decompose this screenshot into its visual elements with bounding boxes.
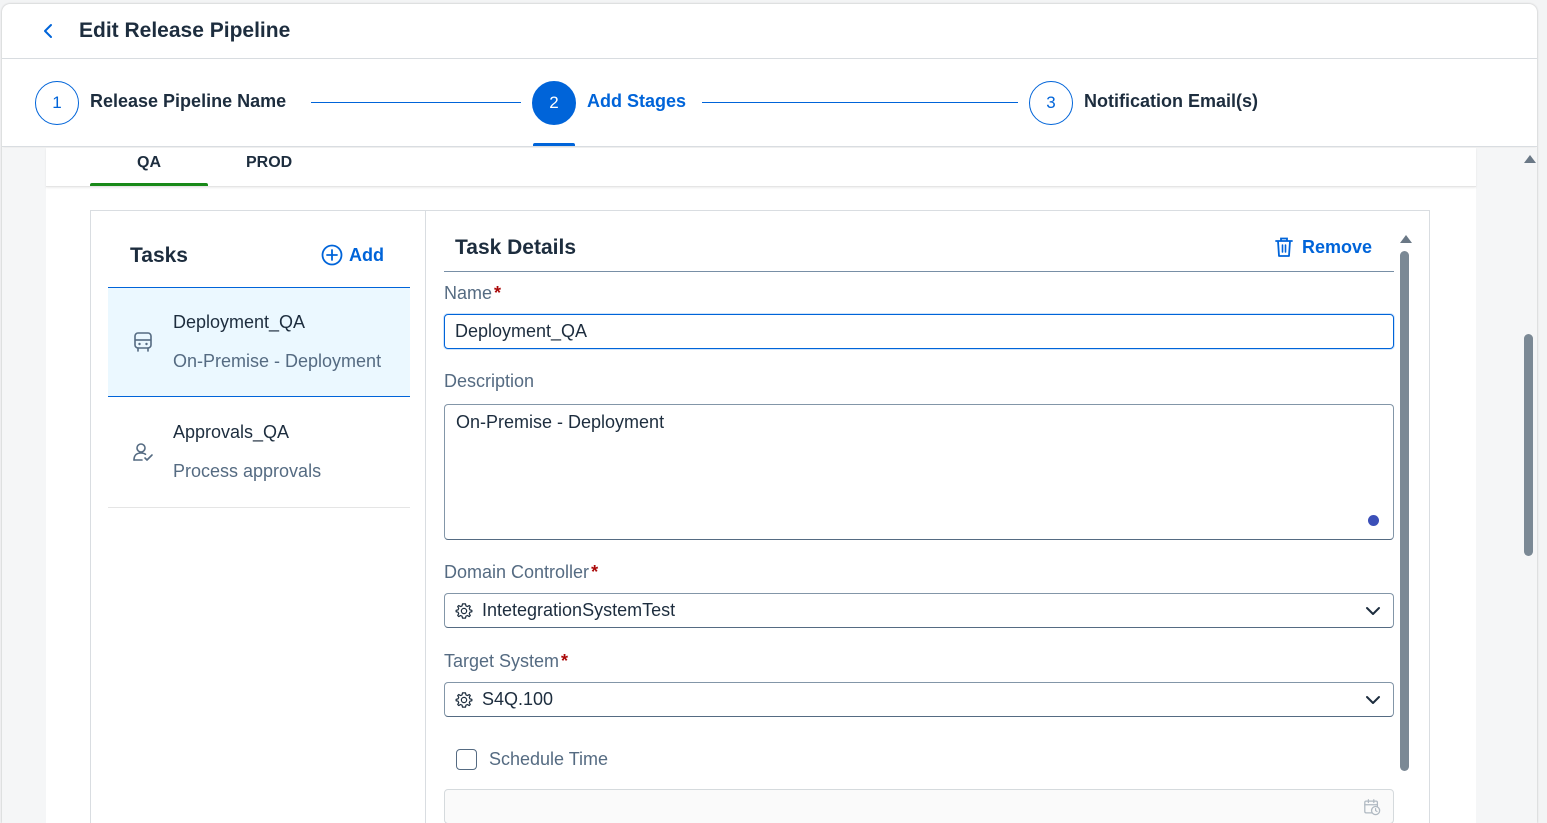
scroll-up-arrow-icon[interactable] <box>1400 235 1412 243</box>
description-value: On-Premise - Deployment <box>456 412 665 432</box>
required-marker: * <box>561 651 569 671</box>
wizard-step-3-number[interactable]: 3 <box>1029 81 1073 125</box>
main-content: QA PROD Tasks Add Deployment_QA On-Premi… <box>2 148 1537 823</box>
name-label: Name * <box>444 283 502 303</box>
page-header: Edit Release Pipeline <box>2 4 1537 59</box>
chevron-left-icon <box>44 24 52 38</box>
wizard-step-3-label[interactable]: Notification Email(s) <box>1084 91 1258 112</box>
trash-icon <box>1275 237 1293 257</box>
remove-task-label: Remove <box>1301 236 1372 257</box>
chevron-down-icon <box>1366 696 1380 704</box>
tasks-list-panel: Tasks Add Deployment_QA On-Premise - Dep… <box>91 211 426 823</box>
resize-handle[interactable] <box>1368 515 1379 526</box>
domain-controller-label: Domain Controller * <box>444 562 599 582</box>
add-circle-icon <box>321 244 343 266</box>
remove-task-button[interactable]: Remove <box>1274 236 1372 258</box>
task-item-deployment[interactable]: Deployment_QA On-Premise - Deployment <box>108 287 410 397</box>
wizard-step-1-label[interactable]: Release Pipeline Name <box>90 91 286 112</box>
stages-panel: QA PROD Tasks Add Deployment_QA On-Premi… <box>46 148 1476 823</box>
user-check-icon <box>133 443 153 461</box>
tasks-heading: Tasks <box>130 244 188 267</box>
wizard-step-1-number[interactable]: 1 <box>35 81 79 125</box>
wizard-progress: 1 Release Pipeline Name 2 Add Stages 3 N… <box>2 59 1537 147</box>
schedule-time-checkbox[interactable] <box>456 749 477 770</box>
gear-icon <box>455 691 473 708</box>
schedule-time-checkbox-row[interactable]: Schedule Time <box>456 749 608 770</box>
scroll-up-arrow-icon[interactable] <box>1524 155 1536 163</box>
task-editor: Tasks Add Deployment_QA On-Premise - Dep… <box>90 210 1430 823</box>
target-system-select[interactable]: S4Q.100 <box>444 682 1394 717</box>
back-button[interactable] <box>38 20 58 42</box>
add-task-button[interactable]: Add <box>321 244 384 266</box>
wizard-step-2-label[interactable]: Add Stages <box>587 91 686 112</box>
task-subtitle: On-Premise - Deployment <box>173 351 382 371</box>
target-system-label: Target System * <box>444 651 569 671</box>
tab-qa[interactable]: QA <box>137 154 161 172</box>
calendar-clock-icon <box>1364 799 1381 816</box>
details-scrollbar[interactable] <box>1398 233 1412 778</box>
task-details-panel: Task Details Remove Name * Deployment_QA … <box>426 211 1430 823</box>
wizard-connector <box>702 102 1018 103</box>
chevron-down-icon <box>1366 607 1380 615</box>
required-marker: * <box>591 562 599 582</box>
app-window: Edit Release Pipeline 1 Release Pipeline… <box>2 4 1537 823</box>
scrollbar-thumb[interactable] <box>1400 251 1409 771</box>
task-title: Deployment_QA <box>173 312 306 332</box>
task-subtitle: Process approvals <box>173 461 322 481</box>
page-title: Edit Release Pipeline <box>79 19 291 42</box>
add-task-label: Add <box>349 244 384 265</box>
gear-icon <box>455 602 473 619</box>
scrollbar-thumb[interactable] <box>1524 334 1533 556</box>
page-scrollbar[interactable] <box>1521 152 1537 823</box>
schedule-time-label: Schedule Time <box>489 749 609 769</box>
wizard-step-2-number[interactable]: 2 <box>532 81 576 125</box>
tab-prod[interactable]: PROD <box>246 154 292 172</box>
wizard-connector <box>311 102 521 103</box>
domain-controller-value: IntetegrationSystemTest <box>482 600 676 620</box>
stage-tabbar: QA PROD <box>46 148 1476 187</box>
name-input[interactable]: Deployment_QA <box>444 314 1394 349</box>
active-step-indicator <box>533 143 575 146</box>
bus-icon <box>134 332 152 352</box>
task-details-header: Task Details Remove <box>444 211 1394 272</box>
task-title: Approvals_QA <box>173 422 290 442</box>
target-system-value: S4Q.100 <box>482 689 554 709</box>
task-item-approvals[interactable]: Approvals_QA Process approvals <box>108 398 410 508</box>
task-details-heading: Task Details <box>455 236 577 259</box>
description-label: Description <box>444 371 535 391</box>
selected-tab-indicator <box>90 183 208 186</box>
required-marker: * <box>494 283 502 303</box>
schedule-datetime-input <box>444 789 1394 823</box>
description-textarea[interactable]: On-Premise - Deployment <box>444 404 1394 540</box>
domain-controller-select[interactable]: IntetegrationSystemTest <box>444 593 1394 628</box>
